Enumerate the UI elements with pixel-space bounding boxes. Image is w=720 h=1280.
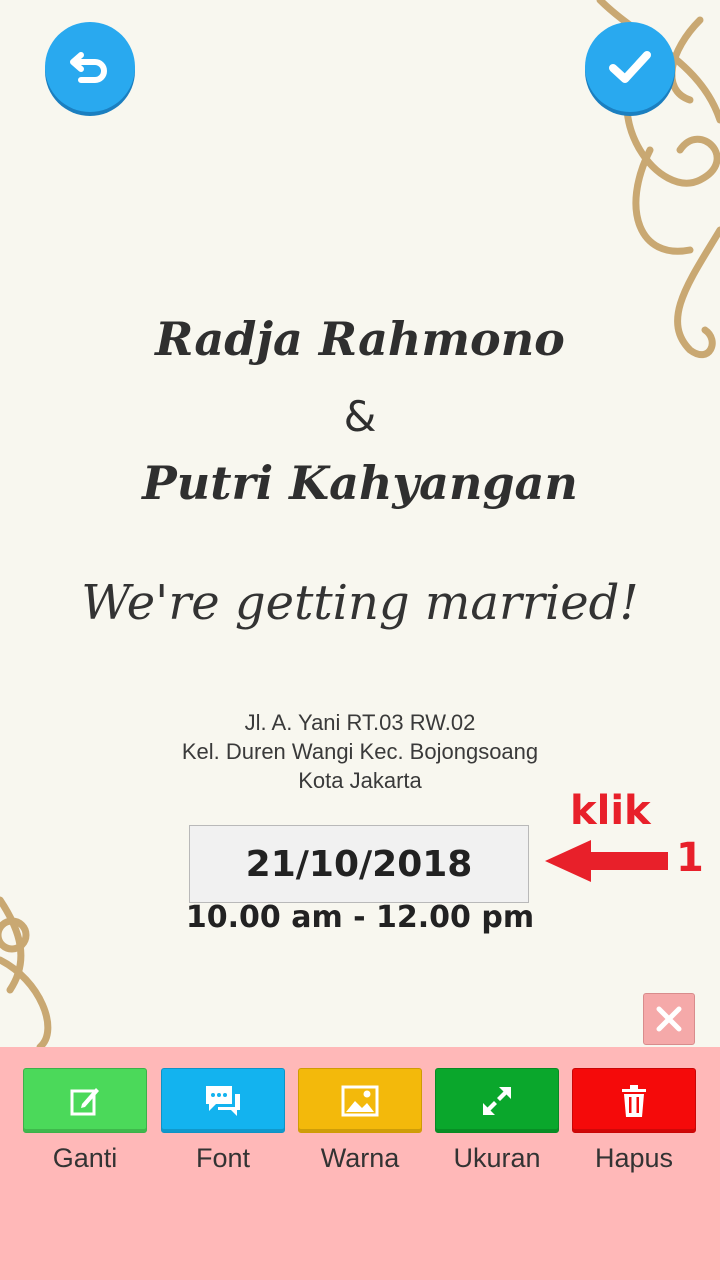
tagline-text[interactable]: We're getting married!	[0, 575, 720, 631]
warna-button[interactable]	[298, 1068, 422, 1133]
ganti-button[interactable]	[23, 1068, 147, 1133]
date-text-selected[interactable]: 21/10/2018	[189, 825, 529, 903]
undo-button[interactable]	[45, 22, 135, 112]
edit-icon	[70, 1087, 99, 1115]
address-line-1[interactable]: Jl. A. Yani RT.03 RW.02	[0, 710, 720, 736]
undo-icon	[70, 52, 107, 83]
klik-annotation: klik	[570, 788, 651, 834]
warna-tool[interactable]: Warna	[298, 1068, 422, 1174]
font-button[interactable]	[161, 1068, 285, 1133]
groom-name[interactable]: Radja Rahmono	[0, 312, 720, 366]
step-1-annotation: 1	[676, 835, 704, 881]
resize-icon	[483, 1086, 511, 1115]
hapus-tool[interactable]: Hapus	[572, 1068, 696, 1174]
time-text[interactable]: 10.00 am - 12.00 pm	[0, 900, 720, 935]
font-tool[interactable]: Font	[161, 1068, 285, 1174]
warna-label: Warna	[320, 1143, 400, 1173]
trash-icon	[622, 1084, 646, 1117]
ganti-label: Ganti	[52, 1143, 118, 1173]
ampersand[interactable]: &	[0, 392, 720, 441]
bride-name[interactable]: Putri Kahyangan	[0, 456, 720, 510]
address-line-2[interactable]: Kel. Duren Wangi Kec. Bojongsoang	[0, 739, 720, 765]
arrow-left-icon	[545, 840, 668, 882]
ukuran-button[interactable]	[435, 1068, 559, 1133]
chat-icon	[206, 1085, 240, 1116]
confirm-button[interactable]	[585, 22, 675, 112]
check-icon	[609, 51, 651, 83]
hapus-button[interactable]	[572, 1068, 696, 1133]
ukuran-label: Ukuran	[453, 1143, 541, 1173]
font-label: Font	[195, 1143, 251, 1173]
ganti-tool[interactable]: Ganti	[23, 1068, 147, 1174]
close-button[interactable]	[643, 993, 695, 1045]
hapus-label: Hapus	[594, 1143, 674, 1173]
edit-toolbar: Ganti Font Warna Ukuran Hapus	[0, 1047, 720, 1280]
close-icon	[656, 1006, 682, 1032]
image-icon	[341, 1085, 379, 1116]
ukuran-tool[interactable]: Ukuran	[435, 1068, 559, 1174]
